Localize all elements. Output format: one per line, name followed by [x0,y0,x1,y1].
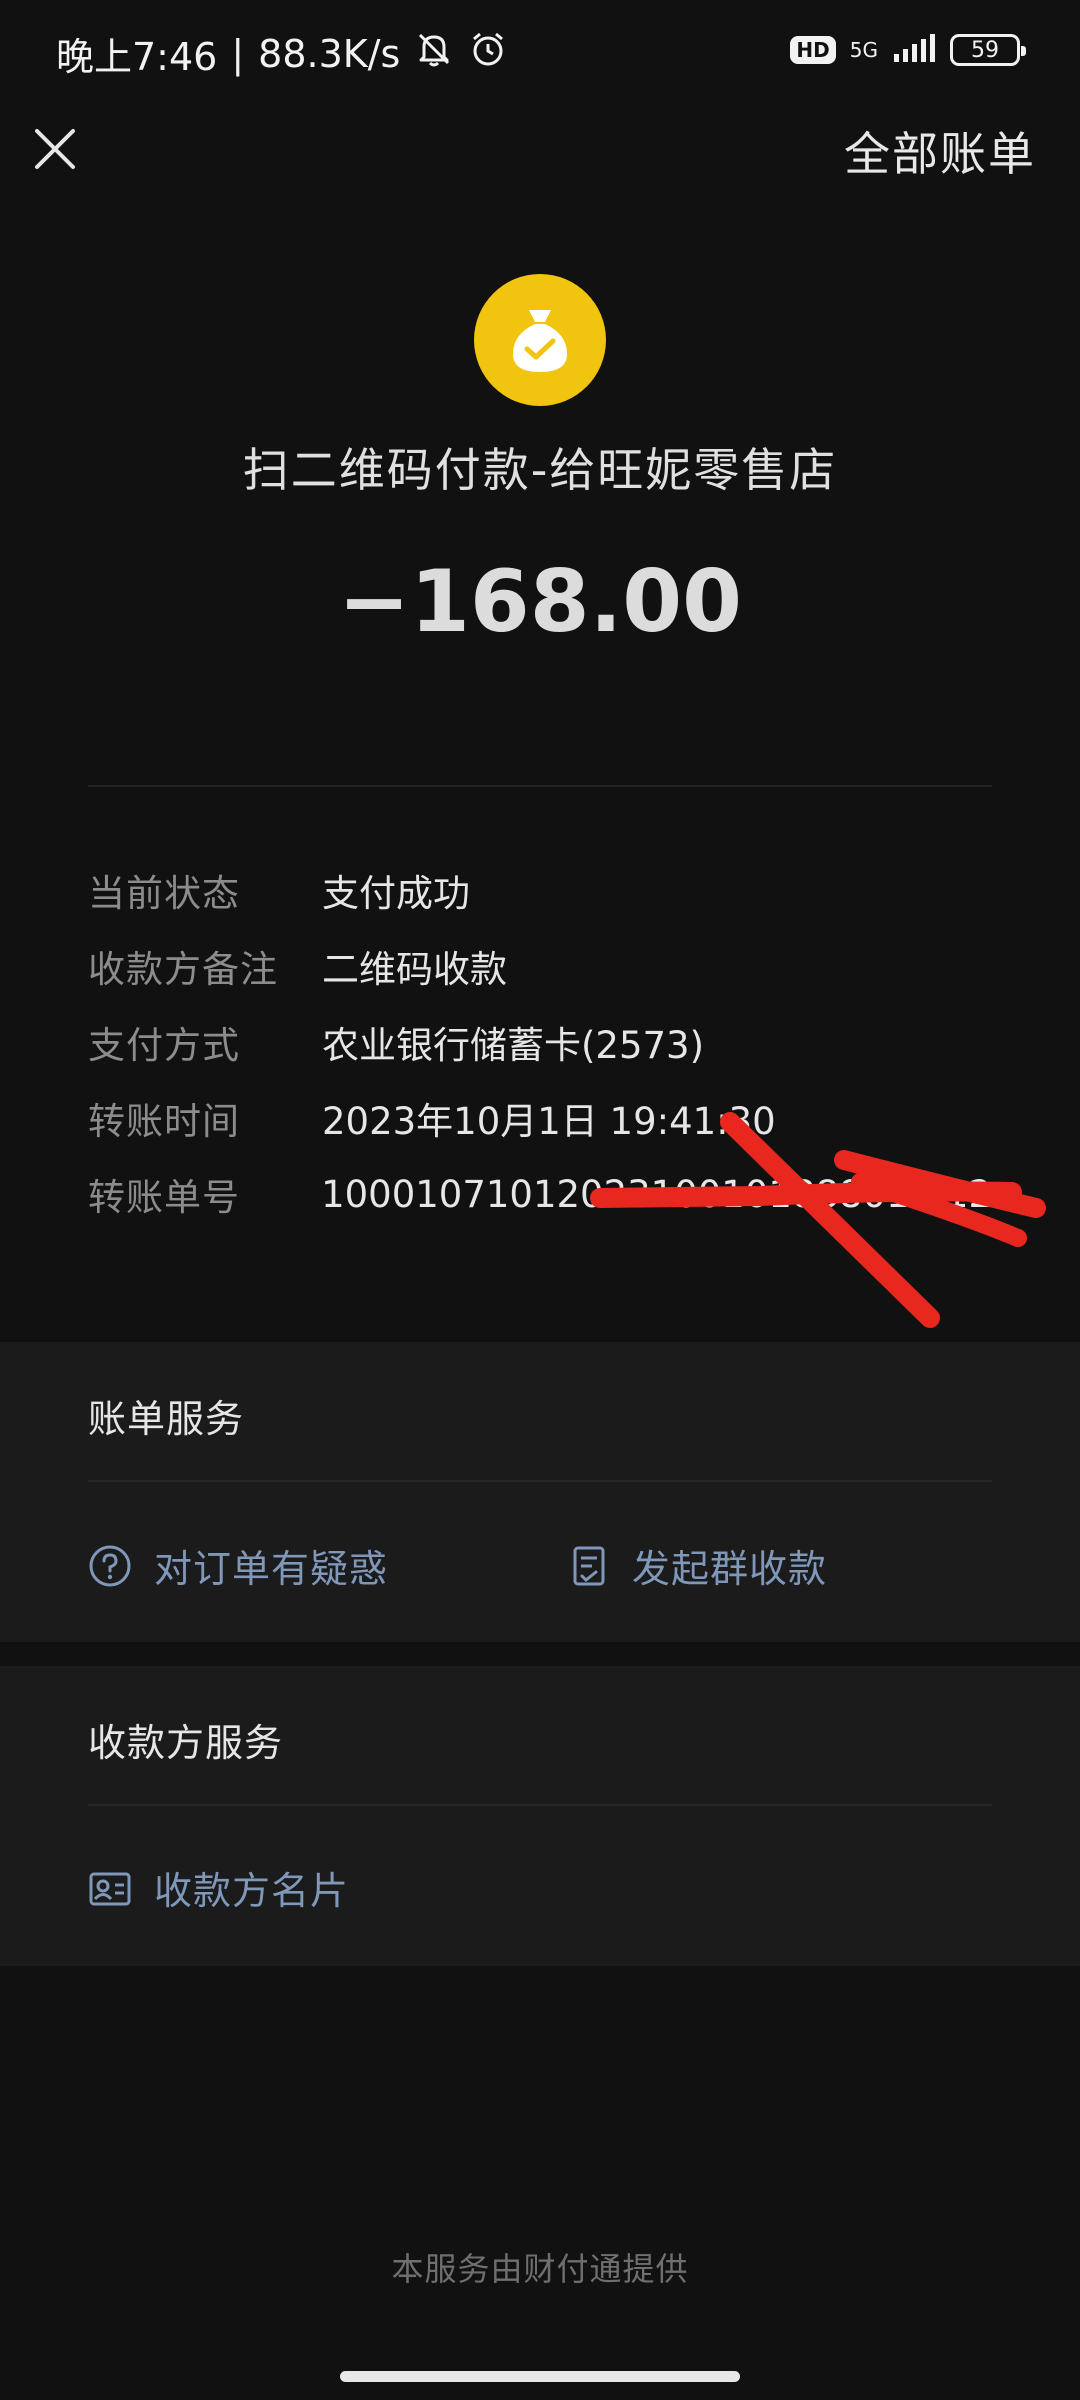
order-question-label: 对订单有疑惑 [154,1547,389,1591]
card-divider [88,1480,992,1482]
detail-label: 转账时间 [88,1100,240,1143]
group-collection-button[interactable]: 发起群收款 [570,1538,827,1593]
detail-row-transfer-number: 转账单号 10001071012023100101888012 12 [88,1156,992,1232]
detail-value: 10001071012023100101888012 12 [321,1172,992,1216]
alarm-icon [468,29,508,78]
detail-row-payment-method: 支付方式 农业银行储蓄卡(2573) [88,1004,992,1080]
battery-level: 59 [971,37,999,63]
detail-label: 转账单号 [88,1176,240,1219]
payee-services-title: 收款方服务 [88,1721,284,1765]
footer-text: 本服务由财付通提供 [391,2250,689,2288]
detail-row-payee-note: 收款方备注 二维码收款 [88,928,992,1004]
battery-indicator: 59 [950,34,1026,66]
detail-label: 收款方备注 [88,948,278,991]
payee-card-button[interactable]: 收款方名片 [88,1860,349,1915]
header-bar: 全部账单 [0,104,1080,214]
status-time: 晚上7:46 [56,35,218,79]
order-question-button[interactable]: 对订单有疑惑 [88,1538,388,1593]
merchant-logo [474,274,606,406]
detail-label: 支付方式 [88,1024,240,1067]
all-bills-link[interactable]: 全部账单 [844,118,1036,184]
detail-value: 二维码收款 [322,948,507,991]
bill-services-card: 账单服务 对订单有疑惑 发起群收款 [0,1342,1080,1642]
card-divider [88,1804,992,1806]
detail-value: 农业银行储蓄卡(2573) [322,1024,705,1067]
transaction-details: 当前状态 支付成功 收款方备注 二维码收款 支付方式 农业银行储蓄卡(2573)… [88,852,992,1232]
money-bag-check-icon [513,310,567,372]
status-left: 晚上7:46 | 88.3K/s [56,26,508,81]
status-separator: | [231,31,245,76]
merchant-name: 扫二维码付款-给旺妮零售店 [242,443,838,497]
detail-row-transfer-time: 转账时间 2023年10月1日 19:41:30 [88,1080,992,1156]
payee-services-card: 收款方服务 收款方名片 [0,1666,1080,1966]
contact-card-icon [89,1872,131,1905]
net-type: 5G [850,40,878,60]
divider [88,785,992,787]
group-collection-label: 发起群收款 [632,1547,828,1591]
mute-icon [414,29,454,78]
detail-label: 当前状态 [88,872,240,915]
payee-card-label: 收款方名片 [154,1869,350,1913]
detail-value: 支付成功 [322,872,470,915]
detail-value: 2023年10月1日 19:41:30 [322,1100,776,1143]
status-bar: 晚上7:46 | 88.3K/s HD 5G 59 [0,0,1080,104]
transaction-amount: −168.00 [338,552,742,652]
checklist-icon [573,1546,605,1585]
detail-row-status: 当前状态 支付成功 [88,852,992,928]
bill-detail-page: 晚上7:46 | 88.3K/s HD 5G 59 全部账单 扫二维码付款-给旺… [0,0,1080,2400]
close-icon [35,129,75,169]
status-net-speed: 88.3K/s [258,31,401,76]
net-type-label: 5G [849,38,878,62]
question-circle-icon [89,1545,131,1586]
status-right: HD 5G 59 [790,32,1026,68]
signal-icon [892,32,936,68]
home-indicator[interactable] [340,2371,740,2382]
close-button[interactable] [28,122,82,176]
hd-badge: HD [790,36,836,64]
bill-services-title: 账单服务 [88,1397,245,1441]
